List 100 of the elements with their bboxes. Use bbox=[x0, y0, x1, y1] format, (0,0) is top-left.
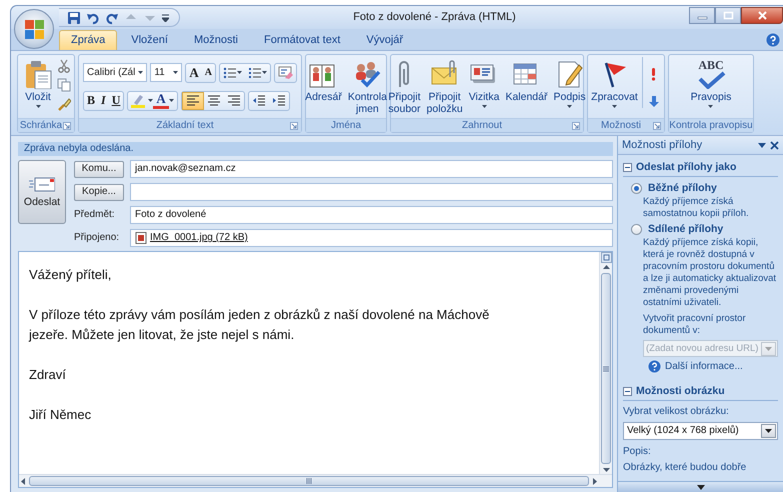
dialog-launcher-icon[interactable] bbox=[653, 122, 661, 130]
business-card-button[interactable]: Vizitka bbox=[466, 57, 502, 110]
send-button[interactable]: Odeslat bbox=[18, 160, 66, 224]
group-label: Kontrola pravopisu bbox=[669, 120, 753, 132]
save-icon[interactable] bbox=[67, 10, 81, 24]
envelope-icon bbox=[29, 176, 55, 192]
help-icon[interactable] bbox=[766, 32, 780, 46]
ribbon-tab[interactable]: Možnosti bbox=[182, 30, 250, 50]
field-label: Předmět: bbox=[74, 208, 116, 222]
scroll-up-icon[interactable] bbox=[602, 263, 610, 271]
attach-file-button[interactable]: Připojit soubor bbox=[386, 57, 423, 118]
logo-icon bbox=[22, 18, 46, 40]
attachment-link[interactable]: IMG_0001.jpg (72 kB) bbox=[150, 232, 248, 244]
font-color-button[interactable]: A bbox=[153, 92, 169, 109]
help-icon bbox=[648, 360, 661, 373]
input-field[interactable]: jan.novak@seznam.cz bbox=[130, 160, 613, 178]
ribbon-tab[interactable]: Zpráva bbox=[59, 30, 118, 50]
signature-button[interactable]: Podpis bbox=[551, 57, 588, 110]
down-arrow-icon[interactable] bbox=[648, 95, 659, 108]
brush-icon[interactable] bbox=[57, 97, 71, 111]
underline-button[interactable]: U bbox=[108, 92, 124, 110]
numbering-icon[interactable] bbox=[248, 66, 262, 80]
ribbon-tab[interactable]: Formátovat text bbox=[252, 30, 352, 50]
shrink-font-button[interactable]: A bbox=[202, 64, 215, 82]
ribbon-tab[interactable]: Vložení bbox=[119, 30, 180, 50]
radio-button[interactable] bbox=[631, 224, 642, 234]
italic-button[interactable]: I bbox=[98, 92, 109, 110]
body-paragraph: Jiří Němec bbox=[29, 406, 92, 424]
decrease-indent-icon[interactable] bbox=[252, 94, 266, 107]
scissors-icon[interactable] bbox=[57, 59, 71, 73]
dialog-launcher-icon[interactable] bbox=[572, 122, 580, 130]
address-book-button[interactable]: Adresář bbox=[303, 57, 344, 106]
ribbon-tab[interactable]: Vývojář bbox=[354, 30, 416, 50]
clipboard-icon bbox=[23, 59, 53, 89]
caret-icon bbox=[148, 99, 154, 102]
checkmark-icon bbox=[696, 71, 726, 89]
image-size-dropdown[interactable]: Velký (1024 x 768 pixelů) bbox=[623, 422, 778, 440]
paste-button[interactable]: Vložit bbox=[21, 57, 55, 110]
align-center-icon bbox=[206, 94, 221, 107]
dropdown-arrow-icon[interactable] bbox=[758, 142, 766, 148]
radio-button[interactable] bbox=[631, 182, 642, 194]
more-info-link[interactable]: Další informace... bbox=[665, 360, 743, 372]
group-label: Základní text bbox=[156, 120, 214, 132]
font-size-field[interactable]: 11 bbox=[150, 63, 182, 82]
input-field[interactable] bbox=[130, 183, 613, 201]
align-left-button[interactable] bbox=[182, 92, 204, 110]
body-paragraph: Vážený příteli, bbox=[29, 266, 112, 284]
vertical-scrollbar[interactable] bbox=[599, 252, 612, 474]
image-file-icon bbox=[135, 232, 147, 244]
increase-indent-icon[interactable] bbox=[272, 94, 286, 107]
follow-up-button[interactable]: Zpracovat bbox=[589, 57, 640, 110]
grip-icon bbox=[603, 366, 609, 372]
grip-icon bbox=[306, 478, 312, 484]
grow-font-button[interactable]: A bbox=[186, 64, 202, 82]
scroll-thumb[interactable] bbox=[601, 273, 611, 464]
close-icon[interactable] bbox=[770, 140, 779, 150]
option-description: Každý příjemce získá samostatnou kopii příloh. bbox=[642, 196, 750, 220]
attachment-field[interactable]: IMG_0001.jpg (72 kB) bbox=[130, 229, 613, 247]
highlighter-icon bbox=[131, 93, 146, 108]
bold-button[interactable]: B bbox=[84, 92, 98, 110]
dialog-launcher-icon[interactable] bbox=[290, 122, 298, 130]
spelling-button[interactable]: ABC Pravopis bbox=[688, 57, 734, 110]
horizontal-scrollbar[interactable] bbox=[19, 474, 612, 487]
ruler-icon[interactable] bbox=[600, 252, 612, 263]
bullets-icon[interactable] bbox=[223, 66, 237, 80]
maximize-button[interactable] bbox=[715, 7, 741, 24]
copy-icon[interactable] bbox=[57, 78, 71, 92]
input-field[interactable]: Foto z dovolené bbox=[130, 206, 613, 224]
check-names-button[interactable]: Kontrola jmen bbox=[346, 57, 389, 118]
caret-icon bbox=[765, 429, 772, 433]
group-label: Schránka bbox=[20, 120, 62, 132]
pane-title: Možnosti přílohy bbox=[622, 139, 704, 151]
dialog-launcher-icon[interactable] bbox=[63, 122, 71, 130]
styles-icon[interactable] bbox=[278, 65, 293, 80]
caret-icon bbox=[138, 71, 144, 74]
collapse-icon[interactable] bbox=[623, 386, 632, 396]
caret-icon bbox=[237, 71, 242, 74]
attach-item-button[interactable]: Připojit položku bbox=[424, 57, 465, 118]
close-icon bbox=[756, 11, 768, 20]
abc-text: ABC bbox=[698, 59, 724, 71]
collapse-icon[interactable] bbox=[623, 162, 632, 172]
font-name-field[interactable]: Calibri (Zál bbox=[83, 63, 148, 82]
window-title: Foto z dovolené - Zpráva (HTML) bbox=[352, 10, 517, 24]
calendar-button[interactable]: Kalendář bbox=[503, 57, 550, 106]
section-title: Odeslat přílohy jako bbox=[636, 161, 736, 173]
caption-text: Obrázky, které budou dobře bbox=[623, 462, 748, 474]
option-label[interactable]: Sdílené přílohy bbox=[648, 223, 724, 235]
recipient-button[interactable]: Kopie... bbox=[74, 184, 124, 200]
scroll-left-icon[interactable] bbox=[19, 476, 27, 486]
scroll-right-icon[interactable] bbox=[591, 476, 599, 486]
option-label[interactable]: Běžné přílohy bbox=[648, 182, 717, 194]
minimize-button[interactable] bbox=[689, 7, 715, 24]
customize-caret-icon[interactable] bbox=[162, 14, 169, 22]
body-paragraph: V příloze této zprávy vám posílám jeden z obrázků z naší dovolené na Máchově jezeře. Můžete jen litovat, že jste nejel s námi. bbox=[29, 306, 490, 344]
section-title: Možnosti obrázku bbox=[636, 385, 725, 397]
close-button[interactable] bbox=[741, 7, 783, 24]
recipient-button[interactable]: Komu... bbox=[74, 160, 124, 178]
field-label: Vybrat velikost obrázku: bbox=[623, 406, 730, 418]
caret-icon bbox=[262, 71, 267, 74]
scroll-thumb[interactable] bbox=[29, 476, 589, 486]
